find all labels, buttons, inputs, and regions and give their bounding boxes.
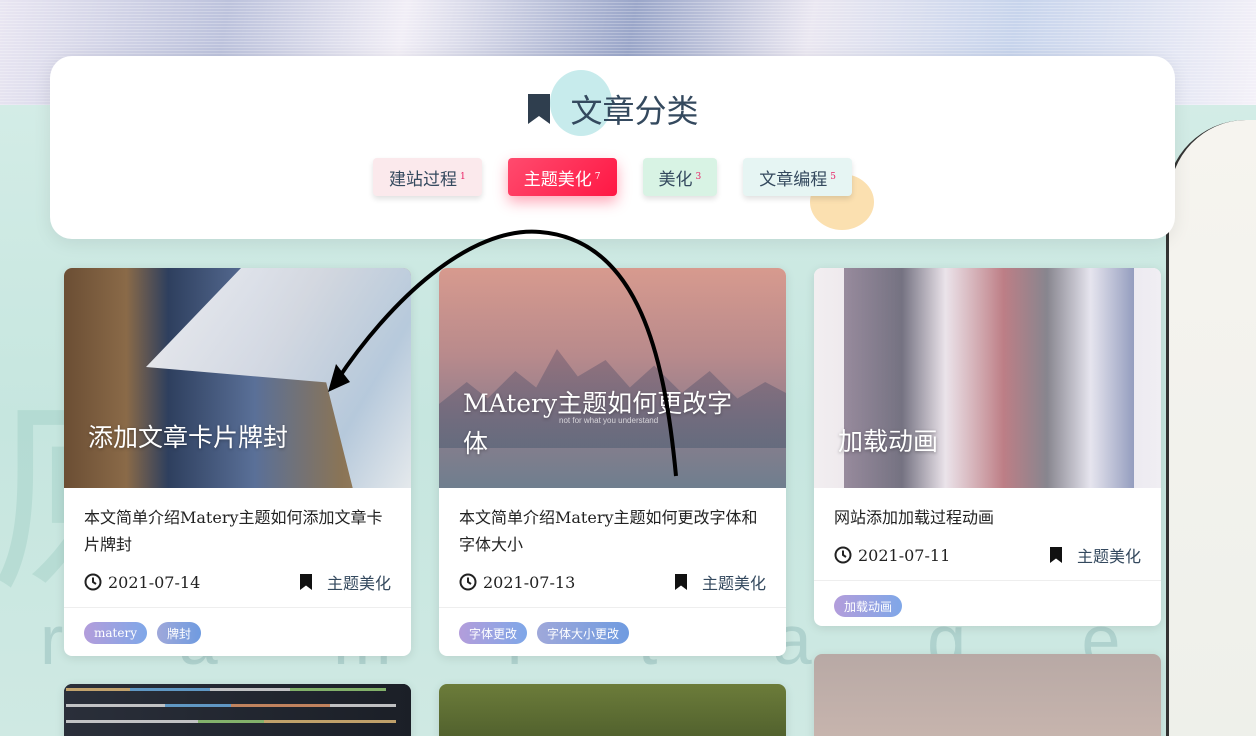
tag-chip[interactable]: 牌封 [156, 622, 201, 644]
bookmark-icon [674, 574, 687, 590]
category-chip-label: 美化 [658, 169, 693, 190]
category-panel-title: 文章分类 [50, 86, 1175, 132]
category-chip-label: 主题美化 [523, 169, 592, 190]
article-tags: 字体更改 字体大小更改 [439, 607, 786, 656]
article-card-image-title: 加载动画 [838, 427, 939, 456]
tag-chip[interactable]: 字体大小更改 [537, 622, 630, 644]
article-date: 2021-07-13 [459, 573, 575, 592]
tag-chip[interactable]: matery [84, 622, 147, 644]
article-meta: 2021-07-13 主题美化 [459, 567, 766, 597]
article-category[interactable]: 主题美化 [674, 570, 766, 594]
article-card[interactable]: 添加文章卡片牌封 本文简单介绍Matery主题如何添加文章卡片牌封 2021-0… [64, 268, 411, 656]
bookmark-icon [528, 94, 551, 124]
article-card-body: 本文简单介绍Matery主题如何添加文章卡片牌封 2021-07-14 主题美化 [64, 488, 411, 597]
article-tags: matery 牌封 [64, 607, 411, 656]
article-tags: 加载动画 [814, 580, 1161, 626]
category-panel: 文章分类 建站过程 1 主题美化 7 美化 3 文章编程 5 [50, 56, 1175, 239]
category-chip-label: 建站过程 [389, 169, 458, 190]
article-date-text: 2021-07-11 [858, 545, 951, 565]
article-summary[interactable]: 本文简单介绍Matery主题如何更改字体和字体大小 [459, 504, 766, 558]
article-meta: 2021-07-14 主题美化 [84, 567, 391, 597]
article-date-text: 2021-07-14 [108, 572, 201, 592]
category-list: 建站过程 1 主题美化 7 美化 3 文章编程 5 [50, 158, 1175, 196]
article-date-text: 2021-07-13 [483, 572, 576, 592]
article-card-image-title: MAtery主题如何更改字体 [463, 389, 733, 458]
article-category-name: 主题美化 [1076, 547, 1141, 566]
category-chip-build[interactable]: 建站过程 1 [373, 158, 482, 196]
clock-icon [834, 546, 852, 564]
article-card[interactable]: 加载动画 网站添加加载过程动画 2021-07-11 主题美化 加载动画 [814, 268, 1161, 626]
clock-icon [84, 573, 102, 591]
category-title-text: 文章分类 [570, 92, 699, 130]
article-summary[interactable]: 网站添加加载过程动画 [834, 504, 1141, 531]
article-category[interactable]: 主题美化 [1049, 543, 1141, 567]
article-date: 2021-07-11 [834, 546, 950, 565]
background-character-figure [1166, 120, 1256, 736]
bookmark-icon [299, 574, 312, 590]
tag-chip[interactable]: 字体更改 [459, 622, 528, 644]
category-chip-label: 文章编程 [759, 169, 828, 190]
article-card-body: 本文简单介绍Matery主题如何更改字体和字体大小 2021-07-13 主题美… [439, 488, 786, 597]
article-card-image[interactable]: not for what you understand MAtery主题如何更改… [439, 268, 786, 488]
category-chip-theme[interactable]: 主题美化 7 [507, 158, 617, 196]
category-chip-beautify[interactable]: 美化 3 [642, 158, 718, 196]
category-chip-count: 1 [460, 172, 466, 182]
article-category-name: 主题美化 [326, 574, 391, 593]
category-chip-programming[interactable]: 文章编程 5 [743, 158, 852, 196]
article-category-name: 主题美化 [701, 574, 766, 593]
article-card-image-title: 添加文章卡片牌封 [88, 423, 289, 452]
tag-chip[interactable]: 加载动画 [834, 595, 903, 617]
category-chip-count: 7 [594, 172, 601, 182]
article-card-body: 网站添加加载过程动画 2021-07-11 主题美化 [814, 488, 1161, 570]
article-card[interactable]: not for what you understand MAtery主题如何更改… [439, 268, 786, 656]
article-meta: 2021-07-11 主题美化 [834, 540, 1141, 570]
code-screenshot-image [64, 684, 411, 736]
category-chip-count: 3 [695, 172, 702, 182]
category-chip-count: 5 [830, 172, 836, 182]
article-card-image[interactable]: 添加文章卡片牌封 [64, 268, 411, 488]
article-category[interactable]: 主题美化 [299, 570, 391, 594]
article-card-sky[interactable] [814, 654, 1161, 736]
article-date: 2021-07-14 [84, 573, 200, 592]
clock-icon [459, 573, 477, 591]
bookmark-icon [1049, 547, 1062, 563]
article-card-image[interactable]: 加载动画 [814, 268, 1161, 488]
article-summary[interactable]: 本文简单介绍Matery主题如何添加文章卡片牌封 [84, 504, 391, 558]
article-card-code[interactable] [64, 684, 411, 736]
article-card-grass[interactable] [439, 684, 786, 736]
